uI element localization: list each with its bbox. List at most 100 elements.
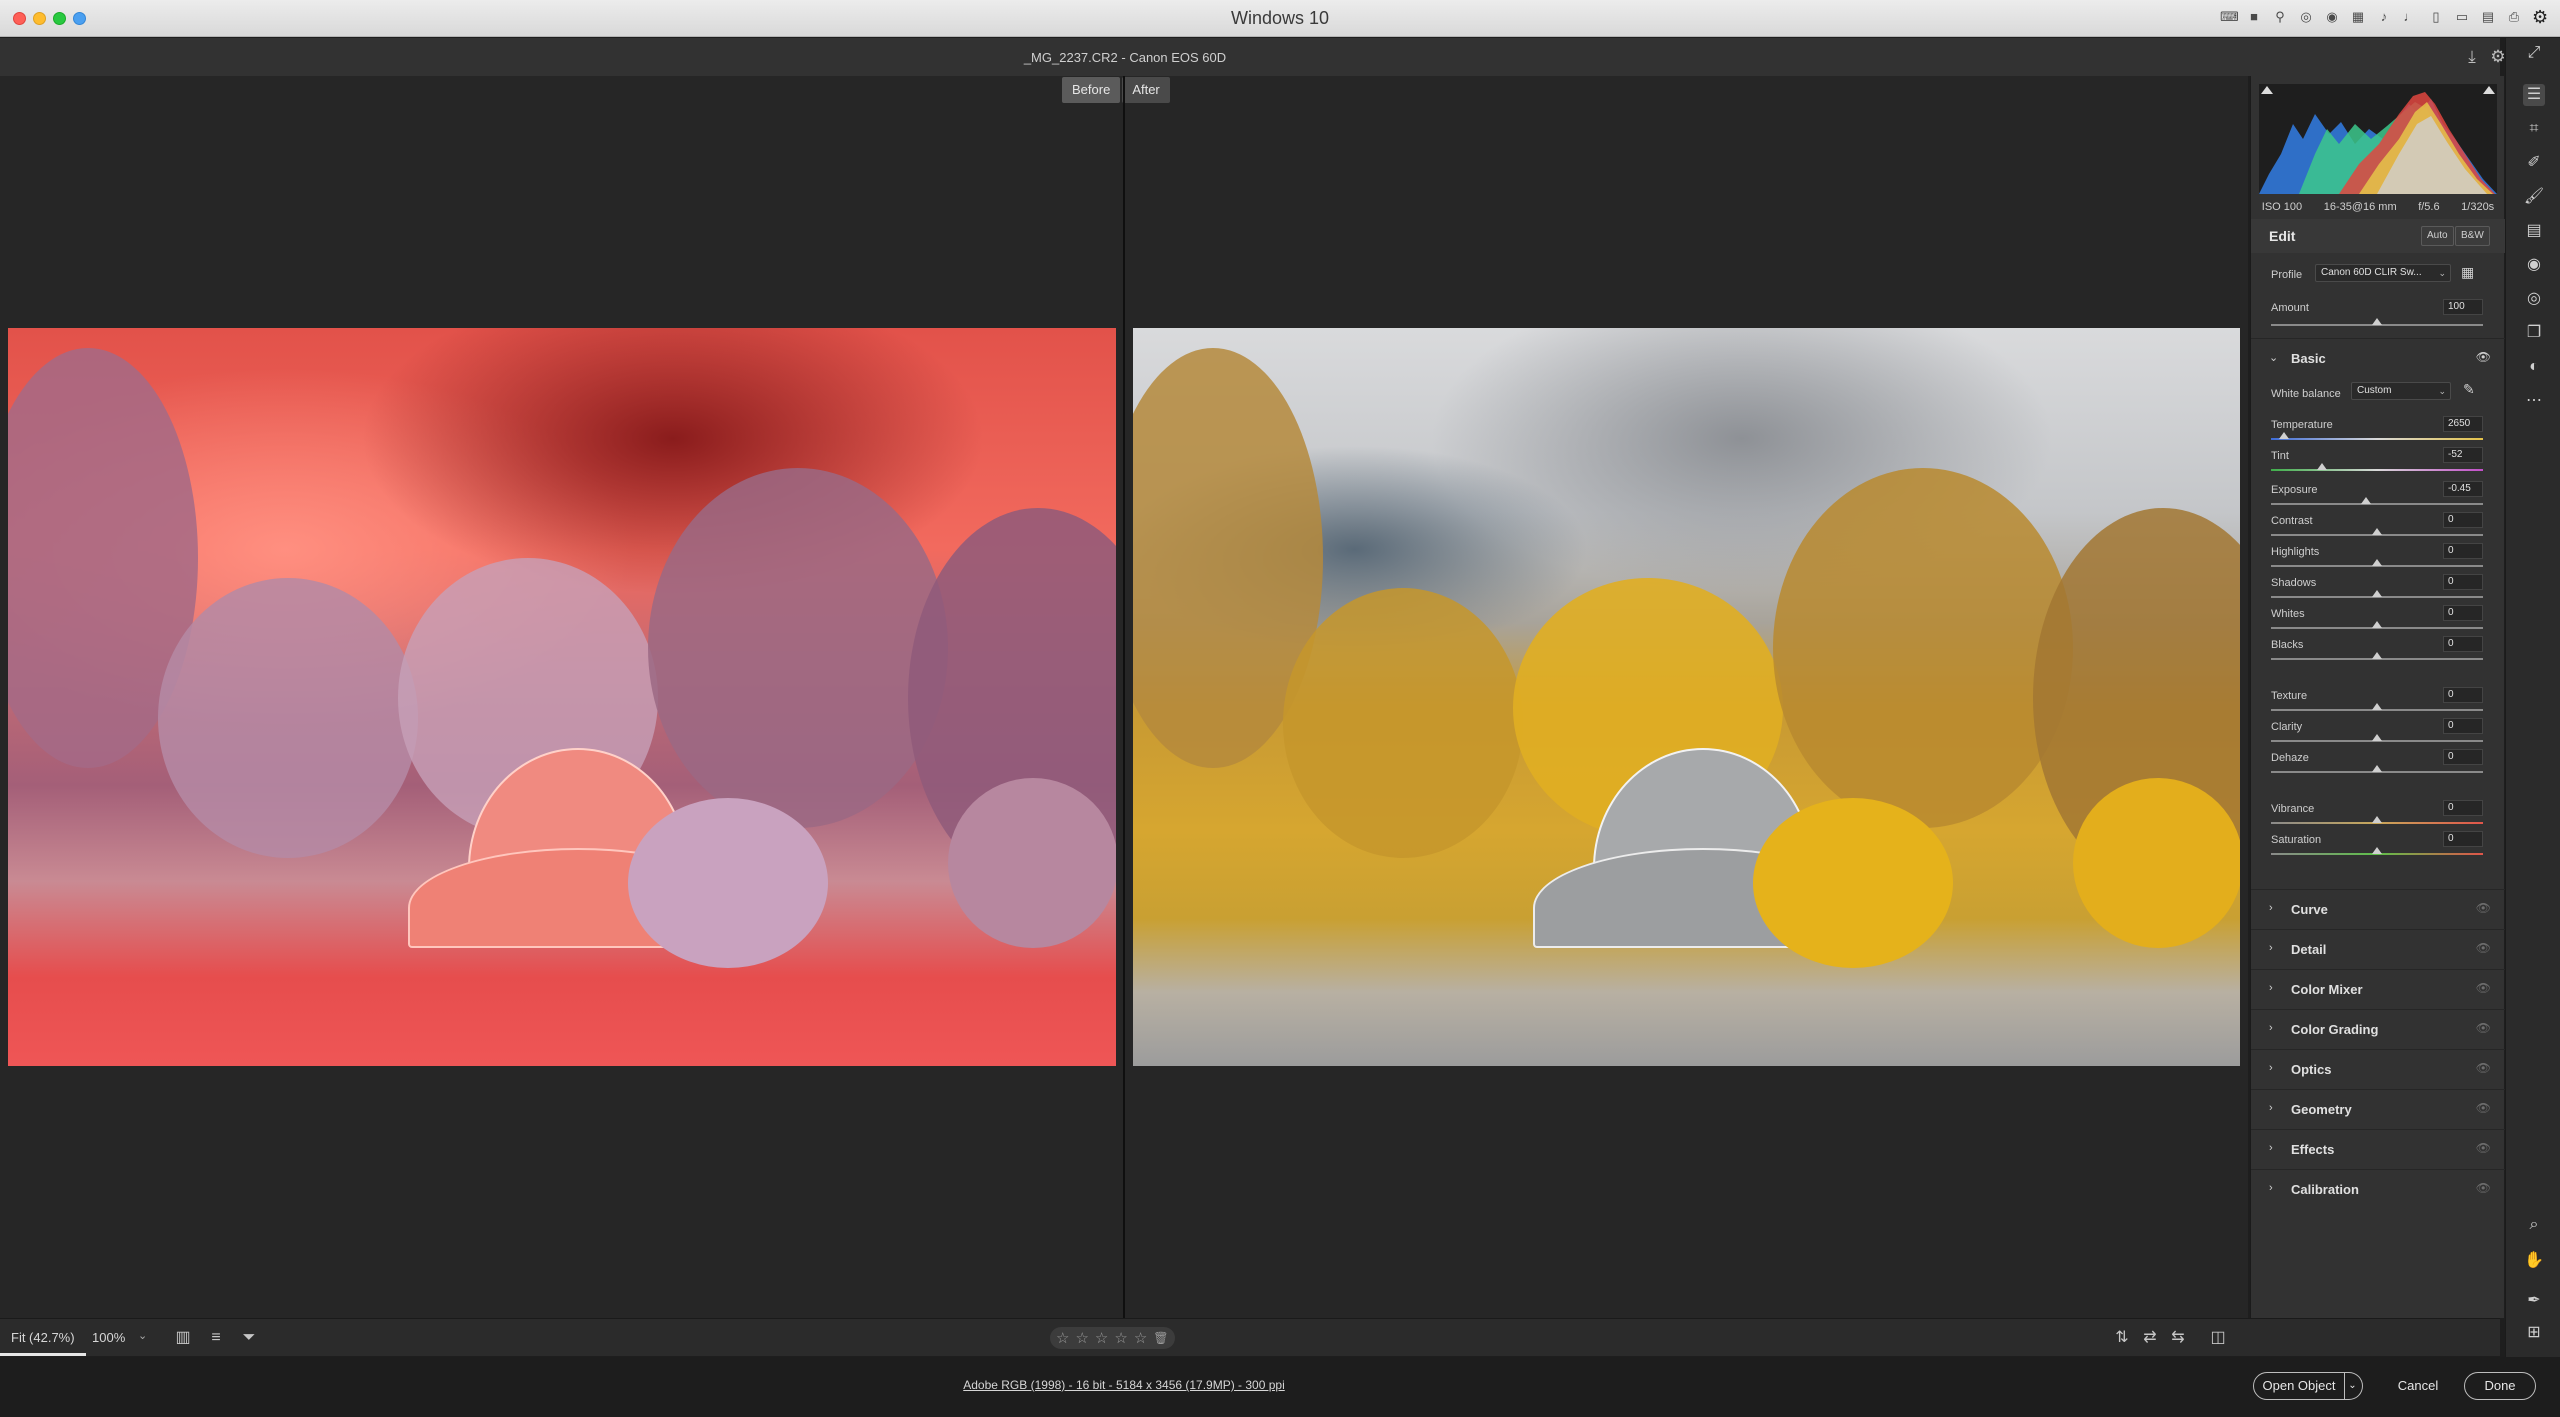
eye-icon[interactable]: 👁 xyxy=(2476,1061,2491,1075)
eye-icon[interactable]: 👁 xyxy=(2476,1101,2491,1115)
eye-icon[interactable]: 👁 xyxy=(2476,981,2491,995)
star-1[interactable]: ☆ xyxy=(1056,1329,1069,1347)
temperature-slider[interactable] xyxy=(2271,438,2483,440)
shadows-slider-thumb[interactable] xyxy=(2372,590,2382,597)
zoom-fit-button[interactable]: Fit (42.7%) xyxy=(0,1319,86,1356)
gear-icon[interactable]: ⚙ xyxy=(2532,8,2548,26)
brush-icon[interactable]: 🖌 xyxy=(2523,186,2545,208)
section-detail[interactable]: › Detail 👁 xyxy=(2251,929,2505,969)
highlights-slider-thumb[interactable] xyxy=(2372,559,2382,566)
section-color-grading[interactable]: › Color Grading 👁 xyxy=(2251,1009,2505,1049)
section-basic[interactable]: ⌄ Basic 👁 xyxy=(2251,338,2505,374)
tint-value[interactable]: -52 xyxy=(2443,447,2483,463)
saturation-value[interactable]: 0 xyxy=(2443,831,2483,847)
tablet-icon[interactable]: ▭ xyxy=(2454,9,2470,25)
printer-icon[interactable]: ⎙ xyxy=(2506,9,2522,25)
temperature-slider-thumb[interactable] xyxy=(2278,432,2289,439)
amount-slider-thumb[interactable] xyxy=(2372,318,2382,325)
temperature-value[interactable]: 2650 xyxy=(2443,416,2483,432)
eyedropper-icon[interactable]: ✎ xyxy=(2463,381,2475,398)
radial-gradient-icon[interactable]: ◉ xyxy=(2523,254,2545,276)
grid-icon[interactable]: ⊞ xyxy=(2523,1322,2545,1344)
disc-icon[interactable]: ◎ xyxy=(2298,9,2314,25)
dehaze-slider-thumb[interactable] xyxy=(2372,765,2382,772)
swap-before-after-icon[interactable]: ⇅ xyxy=(2112,1328,2132,1348)
linear-gradient-icon[interactable]: ▤ xyxy=(2523,220,2545,242)
before-after-view-icon[interactable]: ◫ xyxy=(2208,1328,2228,1348)
zoom-level-select[interactable]: 100% xyxy=(92,1330,125,1345)
section-geometry[interactable]: › Geometry 👁 xyxy=(2251,1089,2505,1129)
auto-button[interactable]: Auto xyxy=(2421,226,2454,246)
exposure-slider[interactable] xyxy=(2271,503,2483,505)
copy-settings-icon[interactable]: ⇄ xyxy=(2140,1328,2160,1348)
before-label[interactable]: Before xyxy=(1062,77,1121,103)
bw-button[interactable]: B&W xyxy=(2455,226,2490,246)
open-object-button[interactable]: Open Object xyxy=(2253,1372,2345,1400)
color-sampler-icon[interactable]: ✒ xyxy=(2523,1290,2545,1312)
hand-icon[interactable]: ✋ xyxy=(2523,1250,2545,1272)
saturation-slider-thumb[interactable] xyxy=(2372,847,2382,854)
save-icon[interactable]: ⤓ xyxy=(2461,46,2483,68)
profile-select[interactable]: Canon 60D CLIR Sw... ⌄ xyxy=(2315,264,2451,282)
highlights-value[interactable]: 0 xyxy=(2443,543,2483,559)
eye-icon[interactable]: 👁 xyxy=(2476,941,2491,955)
snapshots-icon[interactable]: ❐ xyxy=(2523,322,2545,344)
section-effects[interactable]: › Effects 👁 xyxy=(2251,1129,2505,1169)
usb-icon[interactable]: ⚲ xyxy=(2272,9,2288,25)
star-4[interactable]: ☆ xyxy=(1114,1329,1127,1347)
expand-icon[interactable]: ⤢ xyxy=(2523,42,2545,64)
exposure-slider-thumb[interactable] xyxy=(2361,497,2372,504)
trash-icon[interactable]: 🗑 xyxy=(1153,1331,1168,1345)
filmstrip-icon[interactable]: ▥ xyxy=(173,1328,193,1348)
spot-removal-icon[interactable]: ✐ xyxy=(2523,152,2545,174)
whites-slider-thumb[interactable] xyxy=(2372,621,2382,628)
split-divider[interactable] xyxy=(1123,76,1125,1318)
blacks-value[interactable]: 0 xyxy=(2443,636,2483,652)
vibrance-value[interactable]: 0 xyxy=(2443,800,2483,816)
profile-browser-icon[interactable]: ▦ xyxy=(2461,264,2474,281)
section-color-mixer[interactable]: › Color Mixer 👁 xyxy=(2251,969,2505,1009)
crop-icon[interactable]: ⌗ xyxy=(2523,118,2545,140)
dehaze-value[interactable]: 0 xyxy=(2443,749,2483,765)
section-curve[interactable]: › Curve 👁 xyxy=(2251,889,2505,929)
sort-icon[interactable]: ≡ xyxy=(206,1328,226,1348)
shadow-clipping-icon[interactable] xyxy=(2261,86,2273,94)
exposure-value[interactable]: -0.45 xyxy=(2443,481,2483,497)
keyboard-icon[interactable]: ⌨ xyxy=(2220,9,2239,25)
blacks-slider-thumb[interactable] xyxy=(2372,652,2382,659)
done-button[interactable]: Done xyxy=(2464,1372,2536,1400)
presets-icon[interactable]: ◐ xyxy=(2523,356,2545,378)
eye-icon[interactable]: 👁 xyxy=(2476,1181,2491,1195)
amount-value[interactable]: 100 xyxy=(2443,299,2483,315)
edit-sliders-icon[interactable]: ☰ xyxy=(2523,84,2545,106)
folder-icon[interactable]: ▤ xyxy=(2480,9,2496,25)
texture-value[interactable]: 0 xyxy=(2443,687,2483,703)
white-balance-select[interactable]: Custom ⌄ xyxy=(2351,382,2451,400)
tint-slider-thumb[interactable] xyxy=(2316,463,2327,470)
contrast-value[interactable]: 0 xyxy=(2443,512,2483,528)
phone-icon[interactable]: ▯ xyxy=(2428,9,2444,25)
microphone-icon[interactable]: ♩ xyxy=(2402,9,2418,25)
chevron-down-icon[interactable]: ⌄ xyxy=(138,1329,147,1342)
tint-slider[interactable] xyxy=(2271,469,2483,471)
display-icon[interactable]: ▦ xyxy=(2350,9,2366,25)
star-3[interactable]: ☆ xyxy=(1095,1329,1108,1347)
clarity-value[interactable]: 0 xyxy=(2443,718,2483,734)
clarity-slider-thumb[interactable] xyxy=(2372,734,2382,741)
more-icon[interactable]: ⋯ xyxy=(2523,390,2545,412)
section-optics[interactable]: › Optics 👁 xyxy=(2251,1049,2505,1089)
eye-icon[interactable]: 👁 xyxy=(2476,1021,2491,1035)
sound-icon[interactable]: ♪ xyxy=(2376,9,2392,25)
cancel-button[interactable]: Cancel xyxy=(2390,1378,2446,1393)
stop-icon[interactable]: ■ xyxy=(2246,9,2262,25)
star-5[interactable]: ☆ xyxy=(1134,1329,1147,1347)
zoom-icon[interactable]: ⌕ xyxy=(2523,1214,2545,1236)
eye-icon[interactable]: 👁 xyxy=(2476,901,2491,915)
eye-icon[interactable]: 👁 xyxy=(2476,1141,2491,1155)
highlight-clipping-icon[interactable] xyxy=(2483,86,2495,94)
section-calibration[interactable]: › Calibration 👁 xyxy=(2251,1169,2505,1209)
eye-icon[interactable]: 👁 xyxy=(2476,350,2491,364)
disc-alt-icon[interactable]: ◉ xyxy=(2324,9,2340,25)
contrast-slider-thumb[interactable] xyxy=(2372,528,2382,535)
workflow-options-link[interactable]: Adobe RGB (1998) - 16 bit - 5184 x 3456 … xyxy=(0,1378,2248,1392)
